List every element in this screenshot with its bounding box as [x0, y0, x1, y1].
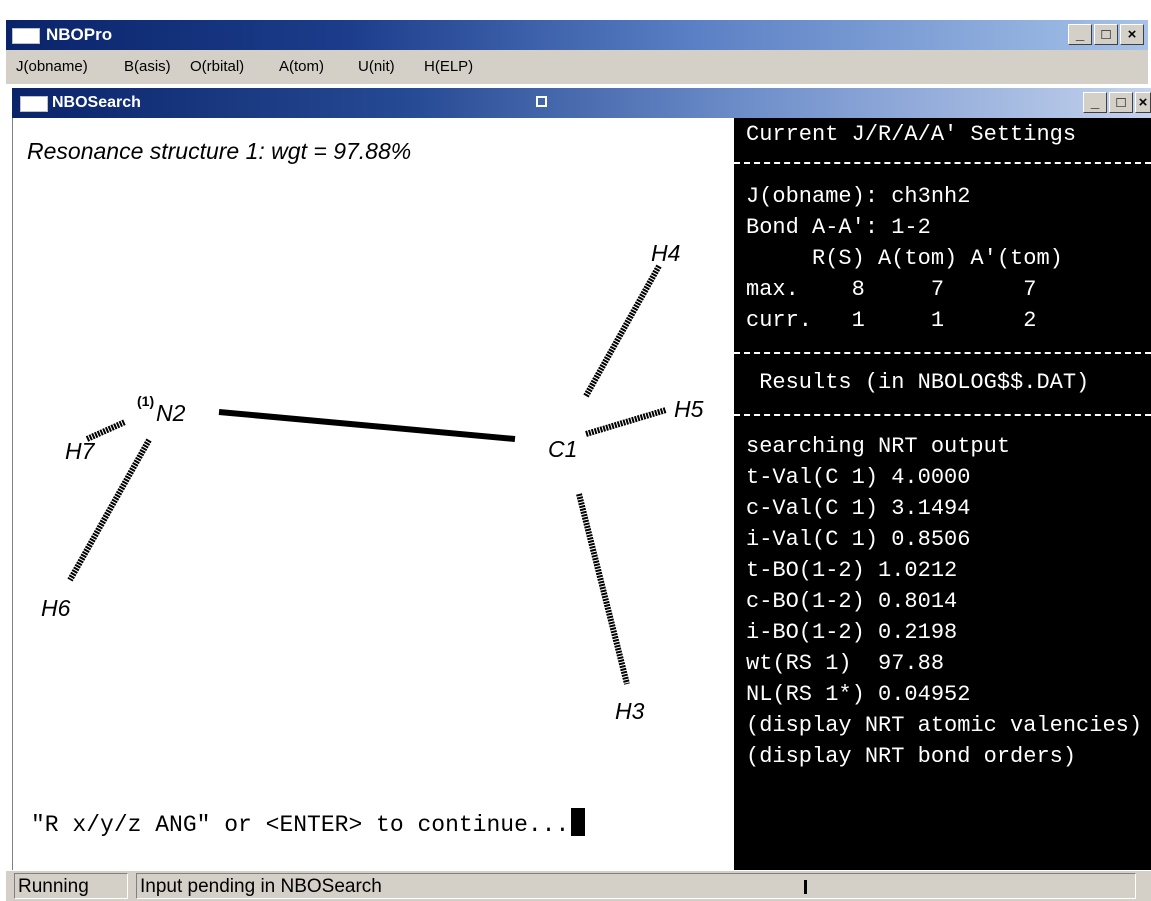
- child-maximize-button[interactable]: □: [1109, 92, 1133, 113]
- window-icon: [20, 96, 48, 112]
- main-window-title-bar[interactable]: NBOPro _ □ ×: [6, 20, 1148, 50]
- output-line: searching NRT output: [746, 434, 1011, 459]
- divider: [734, 352, 1151, 354]
- menu-help[interactable]: H(ELP): [424, 58, 473, 75]
- status-message: Input pending in NBOSearch: [136, 873, 1136, 899]
- output-line: i-Val(C 1) 0.8506: [746, 527, 971, 552]
- max-row: max. 8 7 7: [746, 277, 1037, 302]
- status-state: Running: [14, 873, 128, 899]
- desktop-strip: [0, 0, 1151, 17]
- nbosearch-title-bar[interactable]: NBOSearch _ □ ×: [12, 88, 1151, 118]
- command-prompt[interactable]: "R x/y/z ANG" or <ENTER> to continue...: [31, 808, 586, 838]
- bond-c1-h3: [576, 493, 630, 685]
- jobname-line: J(obname): ch3nh2: [746, 184, 971, 209]
- output-line: t-Val(C 1) 4.0000: [746, 465, 971, 490]
- output-line: c-Val(C 1) 3.1494: [746, 496, 971, 521]
- resize-grip: [804, 880, 807, 894]
- atom-n2-label: N2: [156, 400, 186, 426]
- output-line: (display NRT atomic valencies): [746, 713, 1143, 738]
- atom-h3-label: H3: [615, 698, 645, 724]
- bond-n2-h7: [85, 419, 127, 442]
- status-bar: Running Input pending in NBOSearch: [6, 871, 1151, 901]
- output-line: NL(RS 1*) 0.04952: [746, 682, 971, 707]
- divider: [734, 162, 1151, 164]
- child-minimize-button[interactable]: _: [1083, 92, 1107, 113]
- app-title: NBOPro: [46, 25, 113, 44]
- text-cursor: [571, 808, 586, 836]
- results-title: Results (in NBOLOG$$.DAT): [746, 370, 1090, 395]
- prompt-text: "R x/y/z ANG" or <ENTER> to continue...: [31, 812, 570, 838]
- menu-atom[interactable]: A(tom): [279, 58, 324, 75]
- bond-drawing: [67, 264, 667, 685]
- settings-console: Current J/R/A/A' Settings J(obname): ch3…: [734, 118, 1151, 870]
- atom-n2-resonance-index: (1): [137, 393, 155, 409]
- child-window-title: NBOSearch: [52, 94, 141, 111]
- bond-line: Bond A-A': 1-2: [746, 215, 931, 240]
- structure-view[interactable]: Resonance structure 1: wgt = 97.88% (1) …: [12, 118, 735, 870]
- minimize-button[interactable]: _: [1068, 24, 1092, 45]
- child-close-button[interactable]: ×: [1135, 92, 1151, 113]
- output-line: wt(RS 1) 97.88: [746, 651, 945, 676]
- atom-h5-label: H5: [674, 396, 704, 422]
- output-line: t-BO(1-2) 1.0212: [746, 558, 958, 583]
- bond-c1-h5: [585, 407, 667, 437]
- menu-unit[interactable]: U(nit): [358, 58, 395, 75]
- atom-c1-label: C1: [548, 436, 578, 462]
- curr-row: curr. 1 1 2: [746, 308, 1037, 333]
- bond-n2-c1: [218, 409, 516, 442]
- menu-orbital[interactable]: O(rbital): [190, 58, 244, 75]
- menu-jobname[interactable]: J(obname): [16, 58, 88, 75]
- menu-bar: J(obname) B(asis) O(rbital) A(tom) U(nit…: [6, 50, 1148, 84]
- atom-h6-label: H6: [41, 595, 71, 621]
- atom-h4-label: H4: [651, 240, 681, 266]
- bond-c1-h4: [583, 264, 662, 398]
- divider: [734, 414, 1151, 416]
- output-line: c-BO(1-2) 0.8014: [746, 589, 958, 614]
- restore-icon[interactable]: [536, 96, 547, 107]
- output-line: i-BO(1-2) 0.2198: [746, 620, 958, 645]
- output-line: (display NRT bond orders): [746, 744, 1077, 769]
- menu-basis[interactable]: B(asis): [124, 58, 171, 75]
- maximize-button[interactable]: □: [1094, 24, 1118, 45]
- atom-h7-label: H7: [65, 438, 95, 464]
- close-button[interactable]: ×: [1120, 24, 1144, 45]
- settings-title: Current J/R/A/A' Settings: [746, 122, 1077, 147]
- settings-header-row: R(S) A(tom) A'(tom): [746, 246, 1063, 271]
- window-icon: [12, 28, 40, 44]
